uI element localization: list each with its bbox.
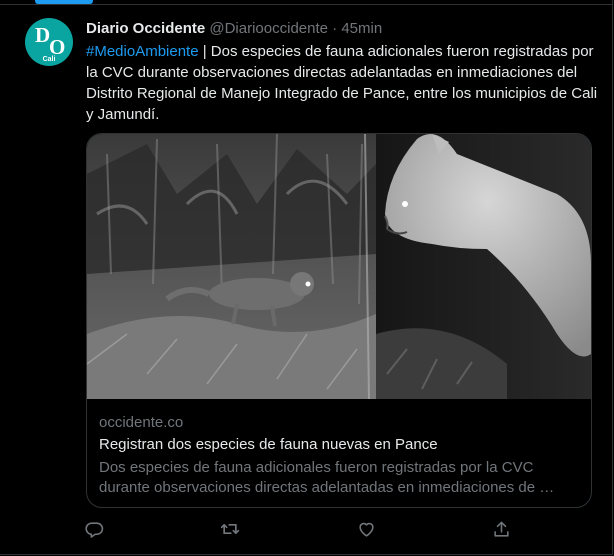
card-info: occidente.co Registran dos especies de f… — [99, 413, 579, 498]
like-icon — [358, 522, 374, 537]
reply-icon — [84, 521, 103, 538]
tweet-timestamp[interactable]: 45min — [341, 20, 382, 37]
avatar-city-label: Cali — [42, 56, 56, 63]
reply-button[interactable] — [82, 517, 106, 541]
retweet-button[interactable] — [218, 517, 242, 541]
card-media-image[interactable] — [87, 134, 591, 399]
tweet-actions — [82, 517, 522, 541]
header-separator: · — [332, 20, 338, 37]
tweet-header: Diario Occidente @Diariooccidente · 45mi… — [86, 20, 382, 37]
like-button[interactable] — [354, 517, 378, 541]
left-photo — [87, 134, 376, 399]
card-domain: occidente.co — [99, 414, 184, 431]
author-name[interactable]: Diario Occidente — [86, 20, 205, 37]
avatar[interactable]: D O Cali — [25, 18, 73, 66]
share-icon — [493, 521, 509, 537]
divider — [0, 4, 612, 5]
avatar-letter-d: D — [35, 23, 51, 47]
tweet-text: #MedioAmbiente | Dos especies de fauna a… — [86, 41, 601, 125]
author-handle[interactable]: @Diariooccidente — [209, 20, 328, 37]
right-photo — [376, 134, 591, 399]
retweet-icon — [220, 524, 240, 534]
link-preview-card[interactable]: occidente.co Registran dos especies de f… — [86, 133, 592, 508]
hashtag-link[interactable]: #MedioAmbiente — [86, 43, 199, 60]
share-button[interactable] — [489, 517, 513, 541]
card-description: Dos especies de fauna adicionales fueron… — [99, 459, 555, 496]
avatar-letter-o: O — [49, 35, 66, 59]
card-title[interactable]: Registran dos especies de fauna nuevas e… — [99, 435, 579, 455]
